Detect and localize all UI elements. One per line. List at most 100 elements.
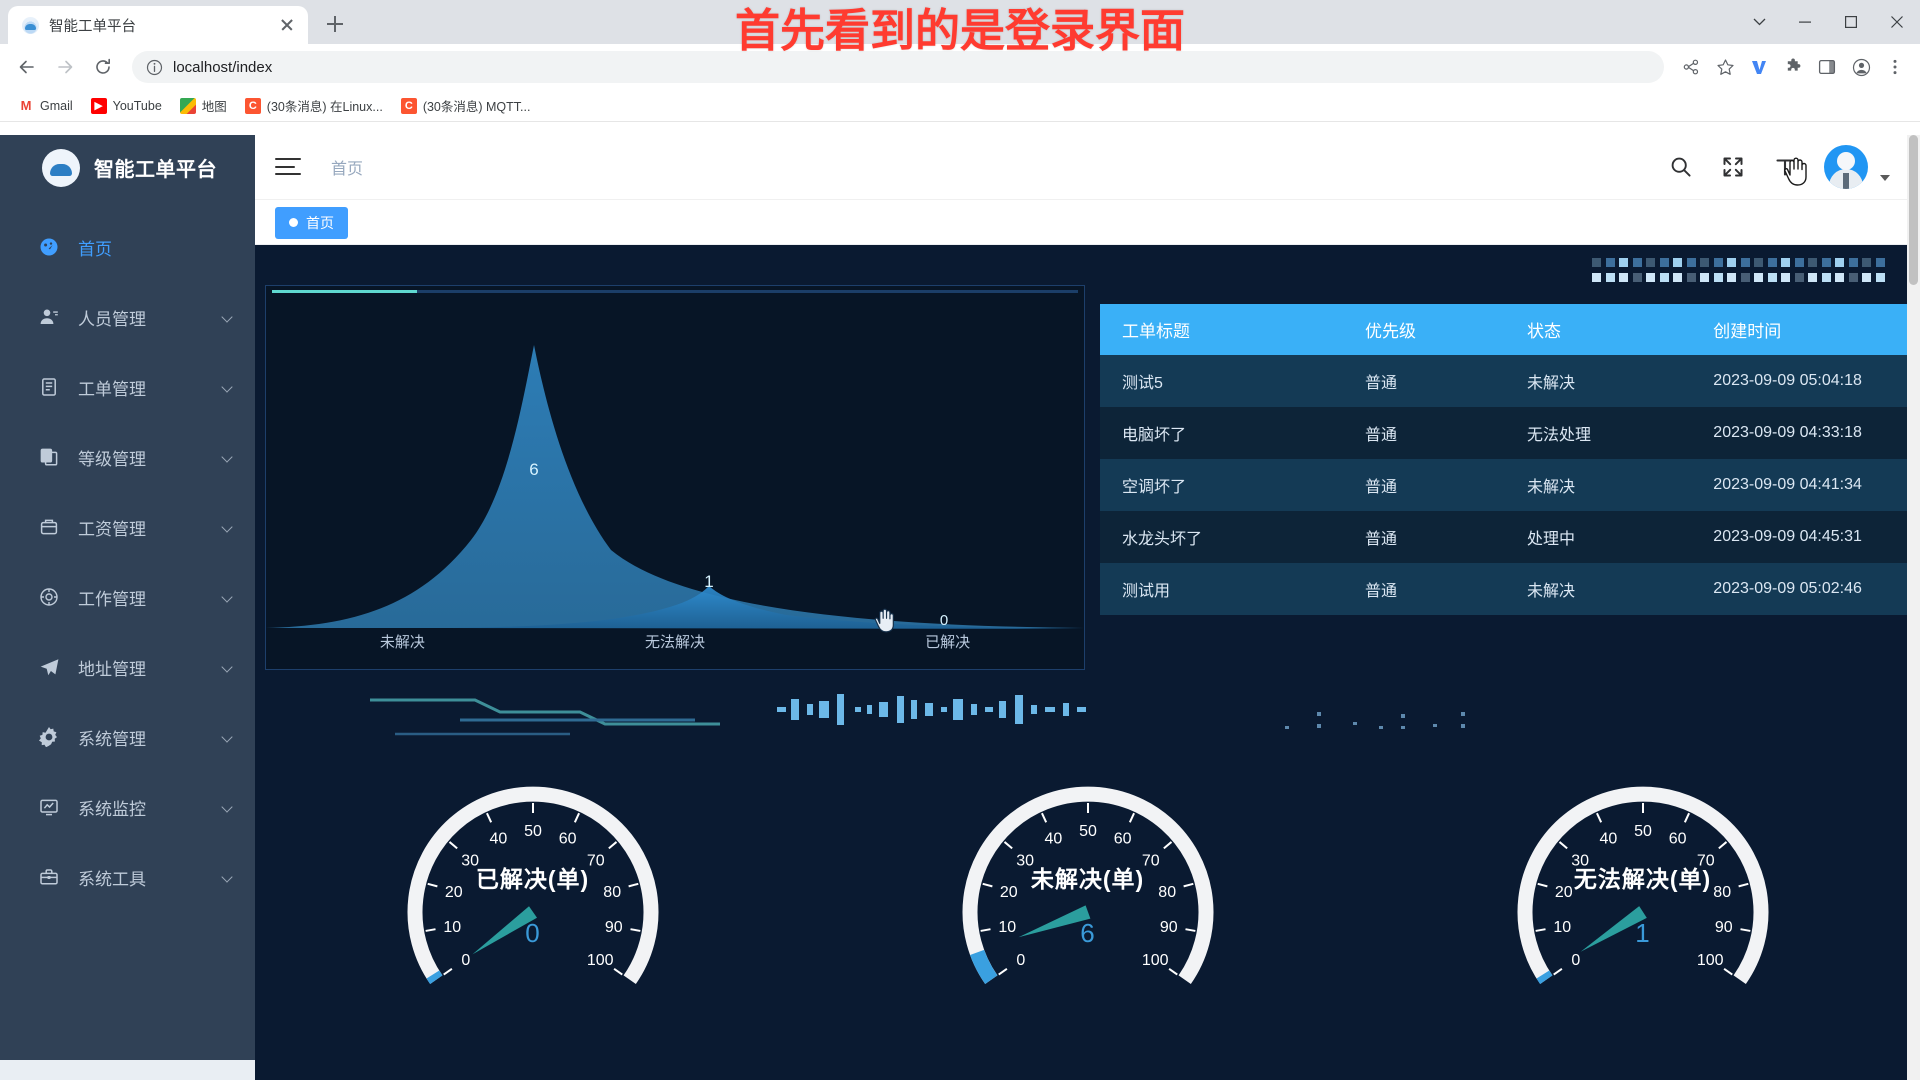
browser-window: 智能工单平台 localhost/index M Gmail ▶ YouTube… bbox=[0, 0, 1920, 1080]
tag-label: 首页 bbox=[306, 214, 334, 231]
bookmarks-bar: M Gmail ▶ YouTube 地图 C (30条消息) 在Linux... C (30条消… bbox=[0, 90, 1920, 122]
x-label-0: 未解决 bbox=[379, 634, 425, 651]
breadcrumb: 首页 bbox=[331, 161, 364, 178]
sidebar-footer-strip bbox=[0, 1060, 255, 1080]
sidebar-item-9[interactable]: 系统监控 bbox=[0, 772, 255, 842]
page-scrollbar[interactable] bbox=[1907, 135, 1920, 1080]
blink-cell bbox=[1862, 258, 1871, 267]
table-cell-status: 未解决 bbox=[1505, 355, 1692, 407]
brand-title: 智能工单平台 bbox=[94, 159, 217, 181]
hamburger-icon[interactable] bbox=[275, 157, 301, 177]
table-cell-status: 处理中 bbox=[1505, 511, 1692, 563]
gauge-tick-label: 0 bbox=[1016, 952, 1025, 969]
blink-cell bbox=[1754, 273, 1763, 282]
page-viewport: 智能工单平台 首页人员管理工单管理等级管理 工资管理 工作管理地址管理系统管理 系统监… bbox=[0, 135, 1920, 1080]
table-row[interactable]: 测试用 普通 未解决 2023-09-09 05:02:46 bbox=[1100, 563, 1910, 615]
sidebar-item-label: 工单管理 bbox=[78, 379, 146, 399]
bookmark-item[interactable]: M Gmail bbox=[10, 95, 81, 117]
table-cell-priority: 普通 bbox=[1343, 355, 1505, 407]
toolbox-icon bbox=[38, 867, 60, 887]
blink-cell bbox=[1686, 273, 1696, 282]
blink-cell bbox=[1848, 258, 1858, 267]
decor-divider-right bbox=[1285, 712, 1465, 729]
table-header-cell: 创建时间 bbox=[1691, 304, 1910, 355]
fullscreen-icon[interactable] bbox=[1720, 154, 1746, 180]
table-cell-created: 2023-09-09 04:41:34 bbox=[1691, 459, 1910, 511]
brand[interactable]: 智能工单平台 bbox=[0, 135, 255, 200]
blink-cell bbox=[1808, 273, 1817, 282]
avatar[interactable] bbox=[1824, 145, 1868, 189]
blink-cell bbox=[1727, 258, 1736, 267]
gauge-tick-label: 60 bbox=[1668, 831, 1686, 848]
chevron-down-icon bbox=[221, 381, 233, 393]
blink-cell bbox=[1632, 258, 1642, 267]
sidebar-item-8[interactable]: 系统管理 bbox=[0, 702, 255, 772]
search-icon[interactable] bbox=[1668, 154, 1694, 180]
blink-cell bbox=[1740, 273, 1750, 282]
table-header-cell: 优先级 bbox=[1343, 304, 1505, 355]
sidebar-item-1[interactable]: 首页 bbox=[0, 212, 255, 282]
workorder-table: 工单标题 优先级 状态 创建时间 测试5 普通 未解决 2023-09-09 05:04:1… bbox=[1100, 304, 1910, 615]
bookmark-item[interactable]: C (30条消息) MQTT... bbox=[393, 93, 539, 118]
sidebar-item-6[interactable]: 工作管理 bbox=[0, 562, 255, 632]
blink-cell bbox=[1659, 258, 1669, 267]
table-row[interactable]: 空调坏了 普通 未解决 2023-09-09 04:41:34 bbox=[1100, 459, 1910, 511]
blink-cell bbox=[1646, 258, 1655, 267]
bookmark-item[interactable]: 地图 bbox=[172, 93, 235, 118]
bookmark-label: (30条消息) MQTT... bbox=[422, 100, 531, 114]
blink-cell bbox=[1619, 273, 1628, 282]
blink-cell bbox=[1700, 258, 1709, 267]
gauge-tick-label: 50 bbox=[1079, 823, 1097, 840]
chevron-down-icon bbox=[221, 801, 233, 813]
table-cell-status: 未解决 bbox=[1505, 563, 1692, 615]
app-logo-icon bbox=[42, 148, 80, 187]
gauge-tick bbox=[1128, 812, 1135, 823]
table-row[interactable]: 水龙头坏了 普通 处理中 2023-09-09 04:45:31 bbox=[1100, 511, 1910, 563]
gauge-svg: 010203040 50 60708090100 bbox=[1517, 786, 1768, 984]
form-icon bbox=[38, 377, 60, 397]
decorative-blink-grid bbox=[1592, 258, 1892, 294]
blink-cell bbox=[1646, 273, 1655, 282]
sidebar-item-5[interactable]: 工资管理 bbox=[0, 492, 255, 562]
blink-cell bbox=[1713, 258, 1723, 267]
csdn-icon: C bbox=[400, 97, 417, 114]
copy-icon bbox=[38, 447, 60, 467]
table-cell-created: 2023-09-09 05:04:18 bbox=[1691, 355, 1910, 407]
sidebar-item-7[interactable]: 地址管理 bbox=[0, 632, 255, 702]
chevron-down-icon bbox=[221, 731, 233, 743]
user-menu-caret-icon[interactable] bbox=[1880, 175, 1890, 181]
gauge-2: 0 10 20 30 40 50 60 70 80 90 100 未解决(单) 6 bbox=[810, 750, 1365, 1070]
table-cell-title: 水龙头坏了 bbox=[1100, 511, 1343, 563]
bookmark-label: 地图 bbox=[201, 100, 227, 114]
sidebar-item-10[interactable]: 系统工具 bbox=[0, 842, 255, 912]
sidebar-item-label: 人员管理 bbox=[78, 309, 146, 329]
bookmark-item[interactable]: ▶ YouTube bbox=[83, 95, 170, 117]
table-cell-priority: 普通 bbox=[1343, 459, 1505, 511]
blink-cell bbox=[1619, 258, 1628, 267]
sidebar-item-2[interactable]: 人员管理 bbox=[0, 282, 255, 352]
gauge-progress bbox=[1536, 970, 1552, 984]
blink-cell bbox=[1862, 273, 1871, 282]
tag-dot-icon bbox=[289, 218, 298, 227]
gauge-tick-label: 0 bbox=[461, 952, 470, 969]
mouse-cursor-hand-icon-secondary bbox=[874, 608, 894, 633]
user-icon bbox=[38, 307, 60, 327]
tab-home[interactable]: 首页 bbox=[275, 206, 348, 239]
sidebar-item-label: 地址管理 bbox=[78, 659, 146, 679]
tag-bar: 首页 bbox=[255, 201, 1920, 245]
dashboard-icon bbox=[38, 237, 60, 257]
blink-cell bbox=[1821, 258, 1831, 267]
bookmark-item[interactable]: C (30条消息) 在Linux... bbox=[237, 93, 391, 118]
table-row[interactable]: 电脑坏了 普通 无法处理 2023-09-09 04:33:18 bbox=[1100, 407, 1910, 459]
chevron-down-icon bbox=[221, 871, 233, 883]
scrollbar-thumb[interactable] bbox=[1909, 135, 1918, 285]
blink-cell bbox=[1767, 258, 1777, 267]
gauge-value: 6 bbox=[1080, 918, 1095, 948]
gauge-tick-label: 40 bbox=[1044, 831, 1062, 848]
send-icon bbox=[38, 657, 60, 678]
table-row[interactable]: 测试5 普通 未解决 2023-09-09 05:04:18 bbox=[1100, 355, 1910, 407]
gauge-tick bbox=[1723, 967, 1733, 976]
sidebar-item-3[interactable]: 工单管理 bbox=[0, 352, 255, 422]
gauge-1: 0 10 20 30 40 50 60 70 80 90 100 已解决(单) 0 bbox=[255, 750, 810, 1070]
sidebar-item-4[interactable]: 等级管理 bbox=[0, 422, 255, 492]
